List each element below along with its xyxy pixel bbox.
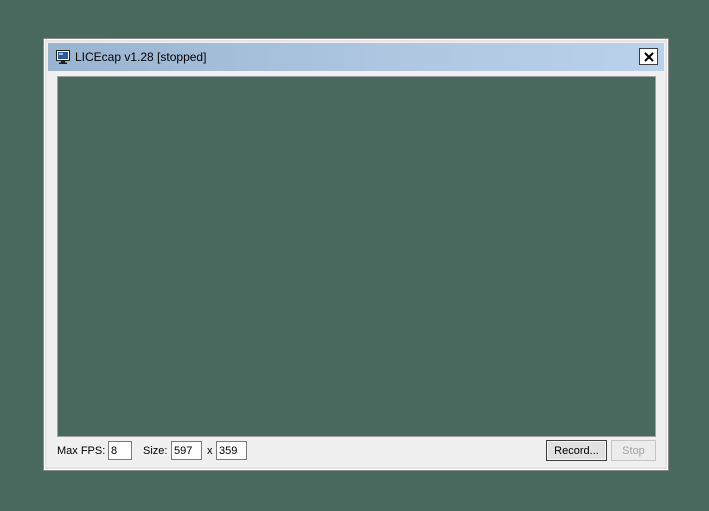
monitor-icon <box>56 50 70 64</box>
close-x-icon <box>643 51 654 62</box>
title-bar[interactable]: LICEcap v1.28 [stopped] <box>48 43 664 71</box>
capture-area[interactable] <box>57 76 656 437</box>
size-separator: x <box>207 445 213 457</box>
height-input[interactable] <box>216 441 247 460</box>
licecap-window: LICEcap v1.28 [stopped] Max FPS: Size: x… <box>43 38 669 471</box>
size-label: Size: <box>143 445 168 457</box>
max-fps-label: Max FPS: <box>57 445 106 457</box>
max-fps-input[interactable] <box>108 441 132 460</box>
stop-button: Stop <box>611 440 656 461</box>
width-input[interactable] <box>171 441 202 460</box>
window-title: LICEcap v1.28 [stopped] <box>75 50 207 64</box>
close-button[interactable] <box>639 48 658 65</box>
record-button[interactable]: Record... <box>546 440 607 461</box>
control-bar: Max FPS: Size: x Record... Stop <box>48 438 664 466</box>
